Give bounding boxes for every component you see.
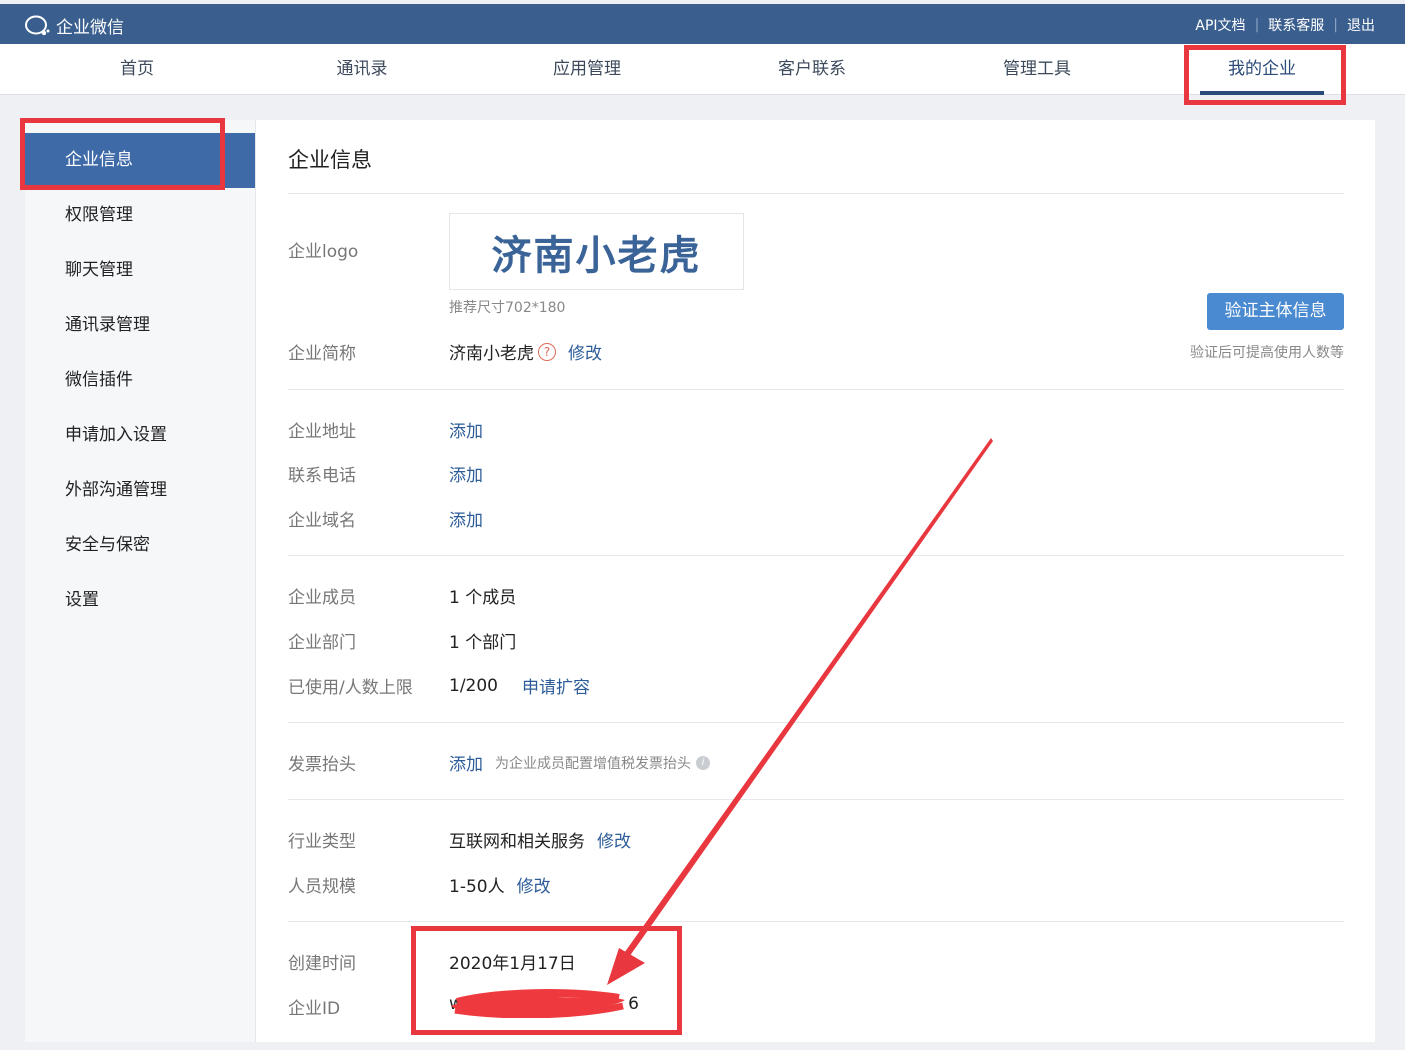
scale-label: 人员规模 [288,877,356,897]
phone-label: 联系电话 [288,466,356,486]
brand[interactable]: 企业微信 [24,13,124,38]
address-label: 企业地址 [288,422,356,442]
divider: | [1254,17,1260,33]
info-icon[interactable]: i [696,755,710,770]
annotation-highlight-my-enterprise [1184,45,1346,105]
tab-app-management[interactable]: 应用管理 [502,44,672,95]
divider [288,921,1344,922]
annotation-highlight-created-and-id [411,926,682,1035]
verify-entity-button[interactable]: 验证主体信息 [1207,293,1344,330]
logout-link[interactable]: 退出 [1347,15,1375,35]
short-name-label: 企业简称 [288,344,356,364]
short-name-row: 济南小老虎 ? 修改 [449,339,602,364]
sidebar-item-join-settings[interactable]: 申请加入设置 [25,408,255,463]
add-invoice-link[interactable]: 添加 [449,750,483,775]
scale-value: 1-50人 [449,877,505,897]
top-links: API文档 | 联系客服 | 退出 [1195,15,1375,35]
divider: | [1333,17,1338,33]
invoice-label: 发票抬头 [288,755,356,775]
tab-contacts[interactable]: 通讯录 [277,44,447,95]
add-phone-link[interactable]: 添加 [449,461,483,486]
industry-label: 行业类型 [288,832,356,852]
invoice-note: 为企业成员配置增值税发票抬头 [495,755,691,772]
page-title: 企业信息 [288,148,372,172]
sidebar-item-external-communication[interactable]: 外部沟通管理 [25,463,255,518]
enterprise-logo[interactable]: 济南小老虎 [449,213,744,290]
add-address-link[interactable]: 添加 [449,417,483,442]
annotation-highlight-enterprise-info [20,118,225,190]
modify-industry-link[interactable]: 修改 [597,827,631,852]
sidebar: 企业信息 权限管理 聊天管理 通讯录管理 微信插件 申请加入设置 外部沟通管理 … [25,120,255,1042]
sidebar-item-wechat-plugin[interactable]: 微信插件 [25,353,255,408]
logo-label: 企业logo [288,242,359,262]
api-docs-link[interactable]: API文档 [1195,15,1245,35]
invoice-row: 添加 为企业成员配置增值税发票抬头 i [449,750,710,775]
divider [288,799,1344,800]
corp-id-label: 企业ID [288,999,341,1019]
help-icon[interactable]: ? [538,342,556,361]
members-label: 企业成员 [288,588,356,608]
usage-label: 已使用/人数上限 [288,678,413,698]
modify-scale-link[interactable]: 修改 [517,872,551,897]
top-bar: 企业微信 API文档 | 联系客服 | 退出 [0,4,1405,44]
departments-label: 企业部门 [288,633,356,653]
scale-row: 1-50人 修改 [449,872,551,897]
tab-management-tools[interactable]: 管理工具 [952,44,1122,95]
sidebar-item-settings[interactable]: 设置 [25,573,255,628]
divider [288,555,1344,556]
usage-value: 1/200 [449,675,498,696]
modify-short-name-link[interactable]: 修改 [568,339,602,364]
industry-value: 互联网和相关服务 [449,832,585,852]
industry-row: 互联网和相关服务 修改 [449,827,631,852]
brand-name: 企业微信 [56,18,124,38]
logo-size-hint: 推荐尺寸702*180 [449,300,566,316]
divider [288,389,1344,390]
divider [288,722,1344,723]
contact-support-link[interactable]: 联系客服 [1268,15,1324,35]
apply-expand-link[interactable]: 申请扩容 [522,673,590,698]
sidebar-item-security[interactable]: 安全与保密 [25,518,255,573]
divider [288,193,1344,194]
enterprise-info-panel: 企业信息 企业logo 济南小老虎 推荐尺寸702*180 验证主体信息 验证后… [255,120,1375,1042]
verify-note: 验证后可提高使用人数等 [1190,345,1344,361]
sidebar-item-contacts-management[interactable]: 通讯录管理 [25,298,255,353]
created-label: 创建时间 [288,954,356,974]
add-domain-link[interactable]: 添加 [449,506,483,531]
tab-customer-contact[interactable]: 客户联系 [727,44,897,95]
usage-row: 1/200 申请扩容 [449,673,590,699]
sidebar-item-permissions[interactable]: 权限管理 [25,188,255,243]
tab-home[interactable]: 首页 [52,44,222,95]
sidebar-item-chat-management[interactable]: 聊天管理 [25,243,255,298]
members-value: 1 个成员 [449,588,517,608]
domain-label: 企业域名 [288,511,356,531]
wecom-logo-icon [25,15,50,35]
departments-value: 1 个部门 [449,633,517,653]
short-name-value: 济南小老虎 [449,344,534,364]
